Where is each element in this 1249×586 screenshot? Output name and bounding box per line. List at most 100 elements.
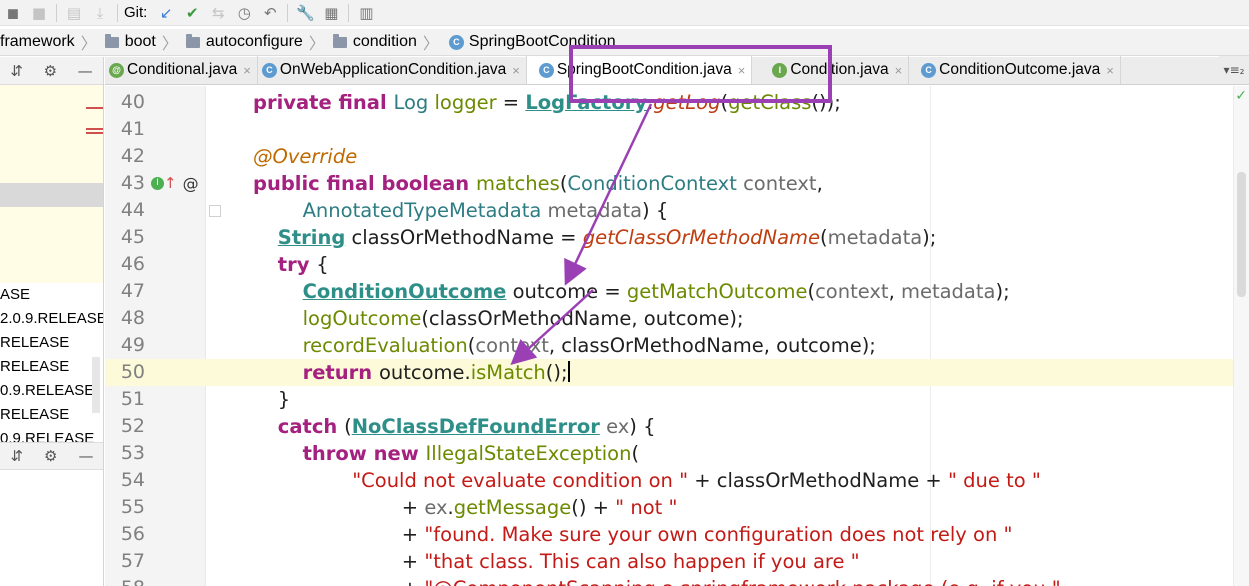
code-line[interactable]: 48 logOutcome(classOrMethodName, outcome… bbox=[105, 305, 1233, 332]
code-text[interactable]: } bbox=[253, 386, 290, 413]
breadcrumb-item-condition[interactable]: condition 〉 bbox=[329, 29, 443, 56]
code-text[interactable]: String classOrMethodName = getClassOrMet… bbox=[253, 224, 937, 251]
tab-conditionoutcome[interactable]: C ConditionOutcome.java × bbox=[909, 56, 1121, 84]
git-compare-icon[interactable]: ⇆ bbox=[205, 2, 231, 24]
code-text[interactable]: try { bbox=[253, 251, 329, 278]
project-structure-icon[interactable]: ▦ bbox=[318, 2, 344, 24]
code-text[interactable]: @Override bbox=[253, 143, 357, 170]
minimize-icon[interactable]: — bbox=[78, 447, 93, 465]
settings-wrench-icon[interactable]: 🔧 bbox=[292, 2, 318, 24]
line-number[interactable]: 57 bbox=[105, 548, 145, 575]
implements-icon[interactable]: I bbox=[151, 177, 164, 190]
code-text[interactable]: + ex.getMessage() + " not " bbox=[253, 494, 678, 521]
collapse-icon[interactable]: ⇵ bbox=[10, 447, 23, 465]
annotation-at-icon[interactable]: @ bbox=[183, 174, 199, 193]
sdk-manager-icon[interactable]: ▥ bbox=[353, 2, 379, 24]
code-text[interactable]: logOutcome(classOrMethodName, outcome); bbox=[253, 305, 744, 332]
overrides-up-arrow-icon[interactable]: ↑ bbox=[164, 174, 177, 192]
line-number[interactable]: 53 bbox=[105, 440, 145, 467]
breadcrumb-item-boot[interactable]: boot 〉 bbox=[101, 29, 182, 56]
code-line[interactable]: 45 String classOrMethodName = getClassOr… bbox=[105, 224, 1233, 251]
list-item[interactable]: RELEASE bbox=[0, 403, 103, 427]
code-line[interactable]: 57 + "that class. This can also happen i… bbox=[105, 548, 1233, 575]
line-number[interactable]: 44 bbox=[105, 197, 145, 224]
code-text[interactable]: return outcome.isMatch(); bbox=[253, 359, 570, 386]
tab-list-dropdown-icon[interactable]: ▾≡₂ bbox=[1219, 56, 1249, 84]
editor-scrollbar[interactable] bbox=[1237, 172, 1246, 297]
line-number[interactable]: 47 bbox=[105, 278, 145, 305]
code-line[interactable]: 51 } bbox=[105, 386, 1233, 413]
git-commit-icon[interactable]: ✔ bbox=[179, 2, 205, 24]
line-number[interactable]: 41 bbox=[105, 116, 145, 143]
fold-marker-icon[interactable] bbox=[209, 205, 221, 217]
code-line[interactable]: 49 recordEvaluation(context, classOrMeth… bbox=[105, 332, 1233, 359]
line-number[interactable]: 52 bbox=[105, 413, 145, 440]
code-line[interactable]: 47 ConditionOutcome outcome = getMatchOu… bbox=[105, 278, 1233, 305]
gear-icon[interactable]: ⚙ bbox=[44, 447, 57, 465]
line-number[interactable]: 55 bbox=[105, 494, 145, 521]
gear-icon[interactable]: ⚙ bbox=[44, 62, 57, 80]
code-text[interactable]: catch (NoClassDefFoundError ex) { bbox=[253, 413, 656, 440]
build-icon[interactable]: ▤ bbox=[61, 2, 87, 24]
code-text[interactable]: + "@ComponentScanning a springframework … bbox=[253, 575, 1061, 586]
selected-row[interactable] bbox=[0, 183, 103, 207]
code-line[interactable]: 43 I ↑ @ public final boolean matches(Condit… bbox=[105, 170, 1233, 197]
code-line[interactable]: 56 + "found. Make sure your own configur… bbox=[105, 521, 1233, 548]
line-number[interactable]: 42 bbox=[105, 143, 145, 170]
line-number[interactable]: 48 bbox=[105, 305, 145, 332]
code-line[interactable]: 41 bbox=[105, 116, 1233, 143]
line-number[interactable]: 45 bbox=[105, 224, 145, 251]
tab-onwebapplicationcondition[interactable]: C OnWebApplicationCondition.java × bbox=[258, 56, 527, 84]
git-update-icon[interactable]: ↙ bbox=[153, 2, 179, 24]
code-text[interactable]: "Could not evaluate condition on " + cla… bbox=[253, 467, 1041, 494]
breadcrumb-item-framework[interactable]: framework 〉 bbox=[0, 29, 101, 56]
code-text[interactable]: throw new IllegalStateException( bbox=[253, 440, 639, 467]
code-line[interactable]: 44 AnnotatedTypeMetadata metadata) { bbox=[105, 197, 1233, 224]
code-line[interactable]: 54 "Could not evaluate condition on " + … bbox=[105, 467, 1233, 494]
no-problems-check-icon[interactable]: ✓ bbox=[1235, 88, 1247, 104]
code-line[interactable]: 50 return outcome.isMatch(); bbox=[105, 359, 1233, 386]
close-icon[interactable]: × bbox=[895, 63, 903, 78]
download-icon[interactable]: ⤓ bbox=[87, 2, 113, 24]
line-number[interactable]: 56 bbox=[105, 521, 145, 548]
collapse-icon[interactable]: ⇵ bbox=[10, 62, 23, 80]
git-history-icon[interactable]: ◷ bbox=[231, 2, 257, 24]
code-text[interactable]: + "that class. This can also happen if y… bbox=[253, 548, 860, 575]
line-number[interactable]: 43 bbox=[105, 170, 145, 197]
stop-icon[interactable]: ◼ bbox=[0, 2, 26, 24]
code-text[interactable]: recordEvaluation(context, classOrMethodN… bbox=[253, 332, 876, 359]
code-text[interactable]: AnnotatedTypeMetadata metadata) { bbox=[253, 197, 669, 224]
close-icon[interactable]: × bbox=[512, 63, 520, 78]
code-line[interactable]: 52 catch (NoClassDefFoundError ex) { bbox=[105, 413, 1233, 440]
minimize-icon[interactable]: — bbox=[78, 62, 93, 80]
line-number[interactable]: 58 bbox=[105, 575, 145, 586]
error-stripe[interactable] bbox=[1233, 86, 1249, 586]
breadcrumb-item-autoconfigure[interactable]: autoconfigure 〉 bbox=[182, 29, 329, 56]
stop-disabled-icon[interactable]: ■ bbox=[26, 2, 52, 24]
panel-scrollbar[interactable] bbox=[92, 357, 100, 413]
code-text[interactable]: public final boolean matches(ConditionCo… bbox=[253, 170, 823, 197]
list-item[interactable]: 2.0.9.RELEASE bbox=[0, 307, 103, 331]
close-icon[interactable]: × bbox=[243, 63, 251, 78]
list-item[interactable]: ASE bbox=[0, 283, 103, 307]
code-text[interactable]: + "found. Make sure your own configurati… bbox=[253, 521, 1013, 548]
close-icon[interactable]: × bbox=[1106, 63, 1114, 78]
line-number[interactable]: 54 bbox=[105, 467, 145, 494]
line-number[interactable]: 51 bbox=[105, 386, 145, 413]
revert-icon[interactable]: ↶ bbox=[257, 2, 283, 24]
list-item[interactable]: RELEASE bbox=[0, 355, 103, 379]
code-line[interactable]: 42 @Override bbox=[105, 143, 1233, 170]
code-line[interactable]: 55 + ex.getMessage() + " not " bbox=[105, 494, 1233, 521]
line-number[interactable]: 40 bbox=[105, 89, 145, 116]
list-item[interactable]: 0.9.RELEASE bbox=[0, 379, 103, 403]
code-line[interactable]: 58 + "@ComponentScanning a springframewo… bbox=[105, 575, 1233, 586]
line-number[interactable]: 50 bbox=[105, 359, 145, 386]
code-line[interactable]: 53 throw new IllegalStateException( bbox=[105, 440, 1233, 467]
tab-conditional[interactable]: @ Conditional.java × bbox=[105, 56, 258, 84]
code-text[interactable]: ConditionOutcome outcome = getMatchOutco… bbox=[253, 278, 1010, 305]
code-editor[interactable]: 40 private final Log logger = LogFactory.… bbox=[105, 86, 1249, 586]
line-number[interactable]: 49 bbox=[105, 332, 145, 359]
code-line[interactable]: 46 try { bbox=[105, 251, 1233, 278]
line-number[interactable]: 46 bbox=[105, 251, 145, 278]
list-item[interactable]: RELEASE bbox=[0, 331, 103, 355]
